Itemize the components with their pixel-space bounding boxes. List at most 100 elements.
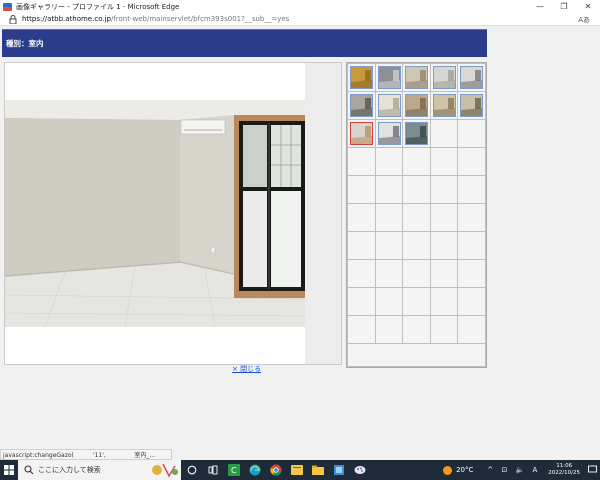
thumbnail-cell [457, 63, 486, 92]
restore-button[interactable]: ❐ [552, 0, 576, 13]
thumbnail-cell [374, 119, 404, 148]
thumb-3[interactable] [405, 66, 429, 89]
thumbnail-cell [457, 147, 486, 176]
window-controls: — ❐ ✕ [528, 0, 600, 13]
thumbnail-cell [374, 175, 404, 204]
weather-temp: 20°C [456, 466, 474, 474]
thumb-4[interactable] [432, 66, 456, 89]
close-gallery-link[interactable]: × 閉じる [232, 364, 261, 374]
paint-app-icon[interactable] [349, 460, 370, 480]
system-tray-icons[interactable]: ^ ⊡ 🔈 A [487, 466, 540, 474]
thumbnail-cell [429, 315, 459, 344]
thumbnail-cell [457, 287, 486, 316]
edge-browser-icon[interactable] [244, 460, 265, 480]
thumbnail-cell [347, 343, 486, 367]
gallery-app-icon [3, 2, 12, 11]
thumbnail-cell [457, 119, 486, 148]
address-bar[interactable]: https://atbb.athome.co.jp/front-web/main… [0, 13, 600, 26]
thumbnail-cell [374, 203, 404, 232]
thumb-1[interactable] [350, 66, 373, 89]
gallery-page: 種別：室内 × 閉じる [0, 26, 600, 460]
thumb-10-image [461, 95, 483, 116]
thumb-1-image [351, 67, 372, 88]
lock-icon[interactable] [8, 14, 18, 24]
thumb-2[interactable] [377, 66, 401, 89]
thumbnail-cell [402, 315, 431, 344]
search-placeholder: ここに入力して検索 [38, 466, 101, 474]
taskbar-search-box[interactable]: ここに入力して検索 [18, 460, 181, 480]
window-title: 画像ギャラリー - プロファイル 1 - Microsoft Edge [16, 2, 180, 11]
notification-icon[interactable] [588, 465, 598, 476]
url-domain: https://atbb.athome.co.jp [22, 15, 111, 23]
thumb-9[interactable] [432, 94, 456, 117]
thumbnail-cell [374, 91, 404, 120]
thumbnail-cell [402, 203, 431, 232]
chrome-browser-icon[interactable] [265, 460, 286, 480]
thumbnail-cell [374, 231, 404, 260]
thumbnail-cell [457, 91, 486, 120]
url-text[interactable]: https://atbb.athome.co.jp/front-web/main… [22, 15, 289, 23]
thumbnail-cell [347, 315, 376, 344]
thumb-7-image [378, 95, 400, 116]
thumbnail-cell [429, 287, 459, 316]
thumb-8[interactable] [405, 94, 429, 117]
thumbnail-cell [374, 315, 404, 344]
minimize-button[interactable]: — [528, 0, 552, 13]
thumbnail-cell [402, 259, 431, 288]
thumbnail-row [347, 315, 486, 344]
thumbnail-cell [402, 91, 431, 120]
windows-start-icon[interactable] [0, 460, 18, 480]
thumbnail-row [347, 343, 486, 367]
taskbar-clock[interactable]: 11:06 2022/10/25 [548, 463, 580, 477]
thumbnail-cell [429, 119, 459, 148]
thumbnail-cell [347, 203, 376, 232]
thumbnail-row [347, 259, 486, 288]
thumbnail-cell [347, 91, 376, 120]
thumbnail-cell [347, 259, 376, 288]
category-label: 種別：室内 [6, 39, 44, 48]
system-tray: 20°C ^ ⊡ 🔈 A 11:06 2022/10/25 [443, 460, 600, 480]
thumb-13-image [406, 123, 428, 144]
thumbnail-cell [374, 147, 404, 176]
task-view-icon[interactable] [202, 460, 223, 480]
thumb-13[interactable] [405, 122, 429, 145]
weather-widget[interactable]: 20°C [443, 465, 474, 475]
svg-text:C: C [231, 466, 237, 475]
thumbnail-cell [402, 147, 431, 176]
thumbnail-row [347, 231, 486, 260]
thumb-5[interactable] [460, 66, 484, 89]
close-window-button[interactable]: ✕ [576, 0, 600, 13]
thumbnail-row [347, 119, 486, 148]
thumbnail-cell [457, 231, 486, 260]
thumb-7[interactable] [377, 94, 401, 117]
thumbnail-cell [429, 203, 459, 232]
header-band: 種別：室内 [2, 29, 487, 57]
thumbnail-row [347, 203, 486, 232]
thumb-12-image [378, 123, 400, 144]
file-explorer-icon[interactable] [307, 460, 328, 480]
main-photo-panel [4, 62, 342, 365]
thumbnail-cell [347, 147, 376, 176]
thumbnail-cell [402, 175, 431, 204]
thumbnail-cell [429, 63, 459, 92]
thumbnail-cell [347, 175, 376, 204]
thumbnail-cell [429, 147, 459, 176]
thumb-5-image [461, 67, 483, 88]
thumbnail-cell [429, 91, 459, 120]
thumb-6[interactable] [350, 94, 373, 117]
thumb-11[interactable] [350, 122, 373, 145]
cortana-icon[interactable] [181, 460, 202, 480]
thumb-8-image [406, 95, 428, 116]
sticky-notes-icon[interactable] [286, 460, 307, 480]
search-highlight-icon [147, 460, 181, 480]
clock-time: 11:06 [556, 463, 573, 469]
thumb-10[interactable] [460, 94, 484, 117]
thumb-12[interactable] [377, 122, 401, 145]
thumbnail-cell [457, 203, 486, 232]
terminal-app-icon[interactable]: C [223, 460, 244, 480]
thumbnail-row [347, 147, 486, 176]
read-aloud-icon[interactable]: Aあ [578, 13, 590, 26]
thumbnail-cell [347, 63, 376, 92]
windows-taskbar: ここに入力して検索 C 20°C ^ ⊡ 🔈 A 11:06 2022/10/2… [0, 460, 600, 480]
office-app-icon[interactable] [328, 460, 349, 480]
